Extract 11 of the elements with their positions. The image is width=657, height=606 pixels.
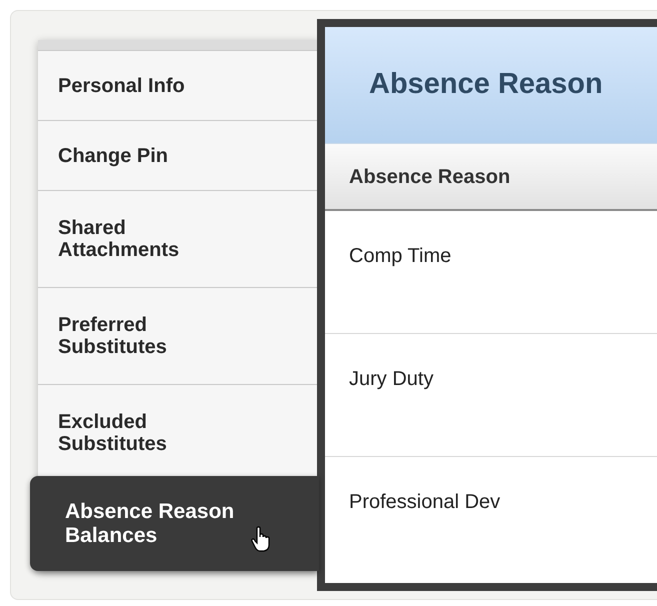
sidebar-item[interactable]: Preferred Substitutes — [38, 287, 319, 384]
sidebar-item[interactable]: Personal Info — [38, 50, 319, 120]
sidebar-item[interactable]: Absence Reason Balances — [30, 476, 319, 571]
sidebar-item[interactable]: Shared Attachments — [38, 190, 319, 287]
hand-cursor-icon — [250, 526, 272, 552]
table-cell: Professional Dev — [349, 491, 500, 513]
sidebar-item[interactable]: Change Pin — [38, 120, 319, 190]
table-cell: Jury Duty — [349, 368, 434, 390]
column-title: Absence Reason — [349, 164, 510, 190]
table-cell: Comp Time — [349, 245, 452, 267]
dialog-title: Absence Reason — [369, 67, 603, 102]
